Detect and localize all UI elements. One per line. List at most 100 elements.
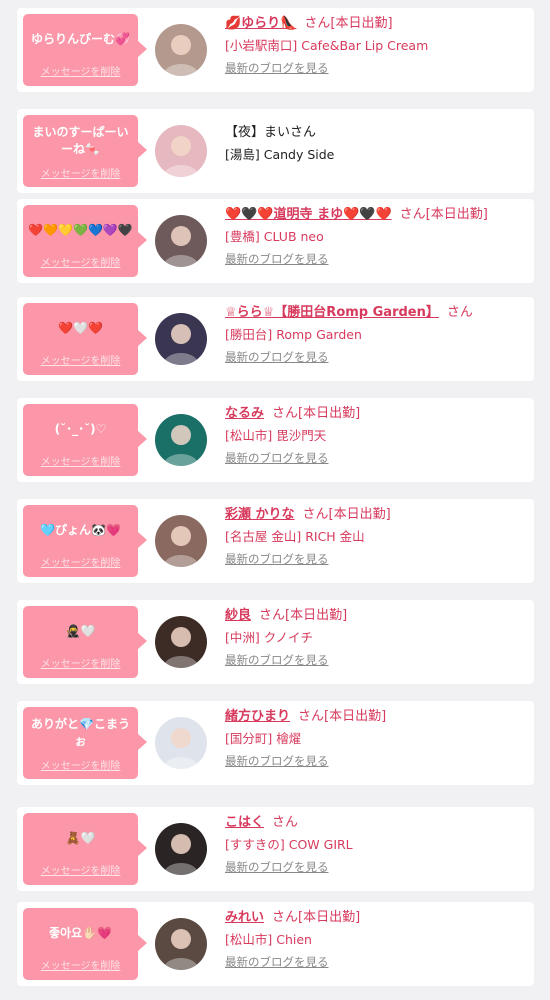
list-item: 🩵ぴょん🐼💗 メッセージを削除 彩瀬 かりな さん[本日出勤] [名古屋 金山] …	[17, 499, 534, 583]
avatar[interactable]	[155, 918, 207, 970]
message-text: 🩵ぴょん🐼💗	[40, 523, 121, 537]
delete-message-link[interactable]: メッセージを削除	[23, 957, 138, 972]
avatar[interactable]	[155, 215, 207, 267]
cast-name-link[interactable]: 彩瀬 かりな	[225, 507, 295, 522]
cast-suffix: さん	[446, 305, 473, 320]
avatar-photo	[155, 717, 207, 769]
cast-name-link[interactable]: みれい	[225, 910, 264, 925]
message-text: (˘･_･˘)♡	[54, 422, 107, 436]
list-item: ❤️🤍❤️ メッセージを削除 ♕らら♕【勝田台Romp Garden】 さん [勝…	[17, 297, 534, 381]
cast-info: こはく さん [すすきの] COW GIRL 最新のブログを見る	[225, 813, 528, 875]
shop-label: [豊橋] CLUB neo	[225, 229, 324, 244]
list-item: まいのすーぱーいーね🍬 メッセージを削除 【夜】まいさん [湯島] Candy …	[17, 109, 534, 193]
avatar[interactable]	[155, 823, 207, 875]
cast-info: ♕らら♕【勝田台Romp Garden】 さん [勝田台] Romp Garden…	[225, 303, 528, 365]
cast-info: 【夜】まいさん [湯島] Candy Side	[225, 123, 528, 165]
message-bubble: 좋아요✋🏻💗 メッセージを削除	[23, 908, 147, 980]
cast-info: なるみ さん[本日出勤] [松山市] 毘沙門天 最新のブログを見る	[225, 404, 528, 466]
delete-message-link[interactable]: メッセージを削除	[23, 655, 138, 670]
message-list: ゆらりんぴーむ💞 メッセージを削除 💋ゆらり👠 さん[本日出勤] [小岩駅南口] …	[0, 0, 550, 1000]
cast-suffix: さん[本日出勤]	[304, 16, 393, 31]
cast-name-link[interactable]: 💋ゆらり👠	[225, 16, 296, 31]
latest-blog-link[interactable]: 最新のブログを見る	[225, 60, 329, 76]
delete-message-link[interactable]: メッセージを削除	[23, 352, 138, 367]
shop-label: [湯島] Candy Side	[225, 147, 335, 162]
delete-message-link[interactable]: メッセージを削除	[23, 165, 138, 180]
list-item: ありがと💎こまうぉ メッセージを削除 緒方ひまり さん[本日出勤] [国分町] 檜…	[17, 701, 534, 785]
cast-info: 彩瀬 かりな さん[本日出勤] [名古屋 金山] RICH 金山 最新のブログを見…	[225, 505, 528, 567]
avatar-photo	[155, 24, 207, 76]
shop-label: [国分町] 檜燿	[225, 731, 302, 746]
delete-message-link[interactable]: メッセージを削除	[23, 453, 138, 468]
latest-blog-link[interactable]: 最新のブログを見る	[225, 954, 329, 970]
message-bubble: (˘･_･˘)♡ メッセージを削除	[23, 404, 147, 476]
delete-message-link[interactable]: メッセージを削除	[23, 862, 138, 877]
message-text: 🧸🤍	[65, 831, 96, 845]
message-bubble: ❤️🧡💛💚💙💜🖤 メッセージを削除	[23, 205, 147, 277]
cast-info: ❤️🖤❤️道明寺 まゆ❤️🖤❤️ さん[本日出勤] [豊橋] CLUB neo 最…	[225, 205, 528, 267]
delete-message-link[interactable]: メッセージを削除	[23, 63, 138, 78]
avatar-photo	[155, 918, 207, 970]
cast-suffix: さん[本日出勤]	[298, 709, 387, 724]
cast-name-link[interactable]: なるみ	[225, 406, 264, 421]
cast-name-link[interactable]: 紗良	[225, 608, 251, 623]
message-text: ありがと💎こまうぉ	[31, 717, 130, 748]
avatar[interactable]	[155, 414, 207, 466]
shop-label: [勝田台] Romp Garden	[225, 327, 362, 342]
cast-info: みれい さん[本日出勤] [松山市] Chien 最新のブログを見る	[225, 908, 528, 970]
cast-name-link[interactable]: こはく	[225, 815, 264, 830]
message-text: 좋아요✋🏻💗	[48, 926, 112, 940]
cast-info: 緒方ひまり さん[本日出勤] [国分町] 檜燿 最新のブログを見る	[225, 707, 528, 769]
delete-message-link[interactable]: メッセージを削除	[23, 254, 138, 269]
delete-message-link[interactable]: メッセージを削除	[23, 757, 138, 772]
message-text: 🥷🤍	[65, 624, 96, 638]
list-item: 🧸🤍 メッセージを削除 こはく さん [すすきの] COW GIRL 最新のブログ…	[17, 807, 534, 891]
avatar[interactable]	[155, 515, 207, 567]
list-item: 🥷🤍 メッセージを削除 紗良 さん[本日出勤] [中洲] クノイチ 最新のブログを…	[17, 600, 534, 684]
latest-blog-link[interactable]: 最新のブログを見る	[225, 652, 329, 668]
latest-blog-link[interactable]: 最新のブログを見る	[225, 551, 329, 567]
latest-blog-link[interactable]: 最新のブログを見る	[225, 753, 329, 769]
avatar[interactable]	[155, 313, 207, 365]
avatar-photo	[155, 616, 207, 668]
list-item: 좋아요✋🏻💗 メッセージを削除 みれい さん[本日出勤] [松山市] Chien …	[17, 902, 534, 986]
cast-suffix: さん[本日出勤]	[259, 608, 348, 623]
message-bubble: ❤️🤍❤️ メッセージを削除	[23, 303, 147, 375]
message-bubble: まいのすーぱーいーね🍬 メッセージを削除	[23, 115, 147, 187]
cast-suffix: さん[本日出勤]	[272, 910, 361, 925]
cast-suffix: さん	[272, 815, 299, 830]
message-text: ❤️🧡💛💚💙💜🖤	[28, 223, 133, 237]
avatar[interactable]	[155, 616, 207, 668]
message-bubble: 🩵ぴょん🐼💗 メッセージを削除	[23, 505, 147, 577]
avatar-photo	[155, 215, 207, 267]
cast-suffix: さん[本日出勤]	[302, 507, 391, 522]
delete-message-link[interactable]: メッセージを削除	[23, 554, 138, 569]
message-bubble: ゆらりんぴーむ💞 メッセージを削除	[23, 14, 147, 86]
avatar-photo	[155, 313, 207, 365]
message-bubble: ありがと💎こまうぉ メッセージを削除	[23, 707, 147, 779]
avatar-photo	[155, 823, 207, 875]
latest-blog-link[interactable]: 最新のブログを見る	[225, 251, 329, 267]
cast-suffix: さん[本日出勤]	[399, 207, 488, 222]
shop-label: [小岩駅南口] Cafe&Bar Lip Cream	[225, 38, 429, 53]
latest-blog-link[interactable]: 最新のブログを見る	[225, 349, 329, 365]
message-bubble: 🥷🤍 メッセージを削除	[23, 606, 147, 678]
shop-label: [松山市] 毘沙門天	[225, 428, 327, 443]
latest-blog-link[interactable]: 最新のブログを見る	[225, 450, 329, 466]
avatar[interactable]	[155, 24, 207, 76]
message-bubble: 🧸🤍 メッセージを削除	[23, 813, 147, 885]
message-text: ゆらりんぴーむ💞	[31, 32, 130, 46]
cast-name-link[interactable]: ♕らら♕【勝田台Romp Garden】	[225, 305, 439, 320]
avatar-photo	[155, 515, 207, 567]
avatar-photo	[155, 125, 207, 177]
cast-name-link[interactable]: 【夜】まい	[225, 125, 290, 140]
shop-label: [名古屋 金山] RICH 金山	[225, 529, 365, 544]
cast-name-link[interactable]: 緒方ひまり	[225, 709, 290, 724]
shop-label: [すすきの] COW GIRL	[225, 837, 353, 852]
cast-suffix: さん	[290, 125, 317, 140]
avatar[interactable]	[155, 125, 207, 177]
latest-blog-link[interactable]: 最新のブログを見る	[225, 859, 329, 875]
cast-info: 紗良 さん[本日出勤] [中洲] クノイチ 最新のブログを見る	[225, 606, 528, 668]
avatar[interactable]	[155, 717, 207, 769]
cast-name-link[interactable]: ❤️🖤❤️道明寺 まゆ❤️🖤❤️	[225, 207, 392, 222]
